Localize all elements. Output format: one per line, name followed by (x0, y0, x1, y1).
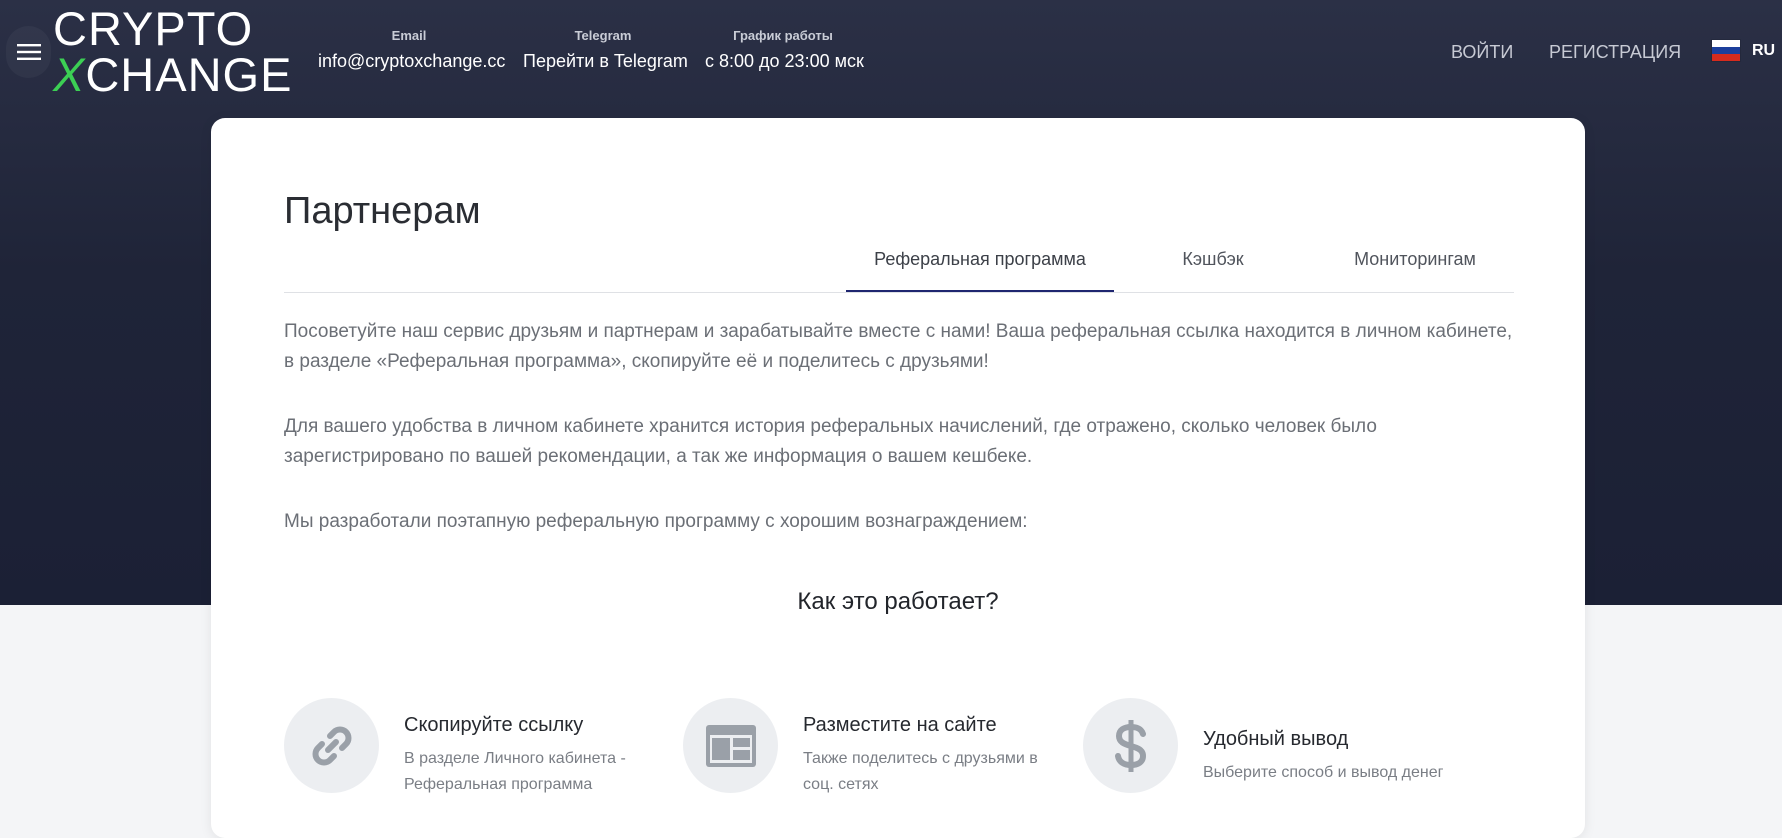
tab-cashback[interactable]: Кэшбэк (1142, 244, 1284, 290)
step-description: Выберите способ и вывод денег (1203, 764, 1444, 781)
logo-x-letter: X (53, 48, 86, 101)
content-card: Партнерам Реферальная программа Кэшбэк М… (211, 118, 1585, 838)
language-code: RU (1752, 41, 1776, 59)
link-icon (312, 726, 351, 765)
tab-referral-program[interactable]: Реферальная программа (846, 244, 1114, 292)
russia-flag-icon (1712, 40, 1740, 61)
contact-hours: График работы с 8:00 до 23:00 мск (705, 28, 864, 74)
step-description: Также поделитесь с друзьями в соц. сетях (803, 750, 1038, 793)
contact-email-label: Email (391, 28, 427, 43)
logo-change-text: CHANGE (85, 48, 293, 101)
history-paragraph: Для вашего удобства в личном кабинете хр… (284, 416, 1377, 467)
register-link[interactable]: РЕГИСТРАЦИЯ (1549, 40, 1681, 64)
step-title: Удобный вывод (1203, 728, 1349, 750)
step-convenient-withdrawal: Удобный вывод Выберите способ и вывод де… (1083, 698, 1503, 798)
dollar-icon (1114, 719, 1146, 772)
web-layout-icon (705, 724, 756, 767)
step-description: В разделе Личного кабинета - Реферальная… (404, 750, 626, 793)
contact-telegram: Telegram Перейти в Telegram (523, 28, 688, 74)
tabs-bar: Реферальная программа Кэшбэк Мониторинга… (284, 244, 1514, 293)
contact-hours-value: с 8:00 до 23:00 мск (705, 51, 864, 71)
step-copy-link: Скопируйте ссылку В разделе Личного каби… (284, 698, 664, 798)
step-icon-circle (683, 698, 778, 793)
tab-monitorings[interactable]: Мониторингам (1328, 244, 1502, 290)
contact-email-link[interactable]: info@cryptoxchange.cc (318, 48, 505, 74)
logo-line-crypto: CRYPTO (53, 2, 254, 55)
step-place-on-site: Разместите на сайте Также поделитесь с д… (683, 698, 1063, 798)
step-title: Скопируйте ссылку (404, 714, 584, 736)
page-title: Партнерам (284, 190, 481, 232)
step-title: Разместите на сайте (803, 714, 997, 736)
site-logo[interactable]: CRYPTO XCHANGE (53, 2, 305, 100)
login-link[interactable]: ВОЙТИ (1451, 40, 1513, 64)
contact-telegram-label: Telegram (574, 28, 632, 43)
logo-line-xchange: XCHANGE (53, 50, 292, 100)
intro-paragraph: Посоветуйте наш сервис друзьям и партнер… (284, 321, 1513, 372)
language-selector[interactable]: RU (1712, 40, 1775, 61)
contact-email: Email info@cryptoxchange.cc (318, 28, 505, 74)
hamburger-icon (16, 44, 41, 60)
step-icon-circle (284, 698, 379, 793)
contact-hours-label: График работы (733, 28, 833, 43)
step-icon-circle (1083, 698, 1178, 793)
contact-telegram-link[interactable]: Перейти в Telegram (523, 48, 688, 74)
hamburger-menu-button[interactable] (6, 26, 51, 78)
program-paragraph: Мы разработали поэтапную реферальную про… (284, 511, 1028, 532)
how-it-works-title: Как это работает? (797, 588, 999, 615)
